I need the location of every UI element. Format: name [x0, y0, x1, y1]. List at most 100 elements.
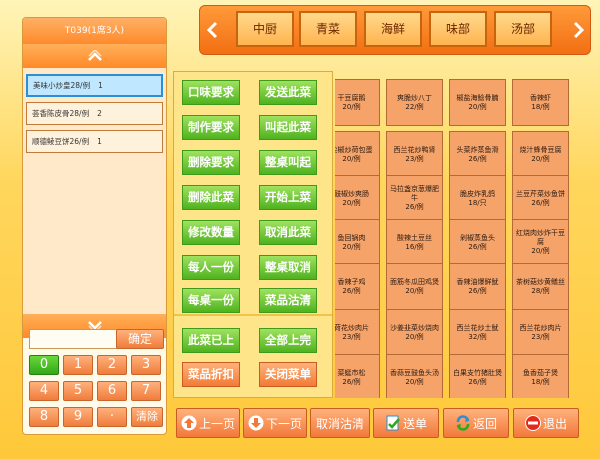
dish-tile[interactable]: 头菜炸蒸鱼滑 26/例 — [449, 131, 506, 178]
dish-tile[interactable]: 马拉盏京葱爆肥牛 26/例 — [386, 175, 443, 222]
keypad-7-button[interactable]: 7 — [131, 381, 161, 401]
one-per-table-button[interactable]: 每桌一份 — [182, 288, 240, 313]
next-page-label: 下一页 — [265, 416, 302, 431]
dish-name: 鱼回锅肉 — [337, 233, 366, 242]
dish-tile[interactable]: 剁椒蒸鱼头 26/例 — [449, 219, 506, 266]
next-page-button[interactable]: 下一页 — [243, 408, 307, 438]
dish-name: 尖椒炒荷包蛋 — [335, 145, 373, 154]
dish-name: 面筋冬瓜田鸡煲 — [390, 277, 439, 286]
category-tab[interactable]: 海鲜 — [364, 11, 422, 47]
order-item-list: 美味小炒皇28/例 1 荟香陈皮骨28/例 2 顺德鲮豆饼26/例 1 — [23, 68, 166, 314]
exit-button[interactable]: 退出 — [513, 408, 579, 438]
delete-dish-button[interactable]: 删除此菜 — [182, 185, 240, 210]
keypad-6-button[interactable]: 6 — [97, 381, 127, 401]
keypad-2-button[interactable]: 2 — [97, 355, 127, 375]
send-dish-button[interactable]: 发送此菜 — [259, 80, 317, 105]
action-panel: 口味要求 发送此菜 制作要求 叫起此菜 删除要求 整桌叫起 删除此菜 开始上菜 … — [173, 71, 333, 398]
dish-tile[interactable]: 西兰花炒土鱿 32/例 — [449, 309, 506, 356]
call-dish-button[interactable]: 叫起此菜 — [259, 115, 317, 140]
category-tab[interactable]: 味部 — [429, 11, 487, 47]
dish-tile[interactable]: 香辣油爆鲜鱿 26/例 — [449, 263, 506, 310]
category-tab[interactable]: 青菜 — [299, 11, 357, 47]
dish-served-button[interactable]: 此菜已上 — [182, 328, 240, 353]
dish-name: 荷花炒肉片 — [335, 323, 369, 332]
dish-name: 兰豆芹菜炒鱼饼 — [516, 189, 565, 198]
dish-discount-button[interactable]: 菜品折扣 — [182, 362, 240, 387]
dish-tile[interactable]: 兰豆芹菜炒鱼饼 26/例 — [512, 175, 569, 222]
dish-tile[interactable]: 白果支竹猪肚煲 26/例 — [449, 354, 506, 398]
order-item[interactable]: 荟香陈皮骨28/例 2 — [26, 102, 163, 125]
dish-price: 16/例 — [405, 242, 424, 251]
dish-tile[interactable]: 香辣虾 18/例 — [512, 79, 569, 126]
all-served-button[interactable]: 全部上完 — [259, 328, 317, 353]
category-next-icon[interactable] — [572, 21, 586, 39]
dish-name: 香辣子鸡 — [337, 277, 366, 286]
dish-tile[interactable]: 面筋冬瓜田鸡煲 20/例 — [386, 263, 443, 310]
category-prev-icon[interactable] — [205, 21, 219, 39]
close-menu-button[interactable]: 关闭菜单 — [259, 362, 317, 387]
confirm-button[interactable]: 确定 — [116, 329, 164, 349]
taste-request-button[interactable]: 口味要求 — [182, 80, 240, 105]
dish-tile[interactable]: 烧汁蜂骨豆腐 20/例 — [512, 131, 569, 178]
dish-name: 沙姜韭菜炒烧肉 — [390, 323, 439, 332]
call-table-button[interactable]: 整桌叫起 — [259, 150, 317, 175]
cancel-dish-button[interactable]: 取消此菜 — [259, 220, 317, 245]
send-order-button[interactable]: 送单 — [373, 408, 439, 438]
modify-quantity-button[interactable]: 修改数量 — [182, 220, 240, 245]
dish-tile[interactable]: 鱼香茄子煲 18/例 — [512, 354, 569, 398]
dish-name: 红烧肉炒炸干豆腐 — [516, 229, 565, 246]
category-tab[interactable]: 中厨 — [236, 11, 294, 47]
dish-price: 26/例 — [405, 203, 424, 211]
order-scroll-up-button[interactable] — [23, 44, 166, 68]
dish-name: 剁椒蒸鱼头 — [460, 233, 495, 242]
keypad-9-button[interactable]: 9 — [63, 407, 93, 427]
order-item[interactable]: 顺德鲮豆饼26/例 1 — [26, 130, 163, 153]
dish-tile[interactable]: 西兰花炒鸭肾 23/例 — [386, 131, 443, 178]
dish-tile[interactable]: 干豆腐鹅 20/例 — [335, 79, 380, 126]
dish-price: 20/例 — [405, 286, 424, 295]
dish-tile[interactable]: 鱼回锅肉 20/例 — [335, 219, 380, 266]
keypad-0-button[interactable]: 0 — [29, 355, 59, 375]
keypad-4-button[interactable]: 4 — [29, 381, 59, 401]
keypad-dot-button[interactable]: · — [97, 407, 127, 427]
start-serving-button[interactable]: 开始上菜 — [259, 185, 317, 210]
order-item[interactable]: 美味小炒皇28/例 1 — [26, 74, 163, 97]
dish-tile[interactable]: 爽脆炒八丁 22/例 — [386, 79, 443, 126]
keypad-3-button[interactable]: 3 — [131, 355, 161, 375]
dish-tile[interactable]: 香辣子鸡 26/例 — [335, 263, 380, 310]
dish-tile[interactable]: 茶树菇炒黄鳝丝 28/例 — [512, 263, 569, 310]
delete-request-button[interactable]: 删除要求 — [182, 150, 240, 175]
chevron-up-icon — [87, 50, 102, 61]
dish-tile[interactable]: 西兰花炒肉片 23/例 — [512, 309, 569, 356]
dish-tile[interactable]: 红烧肉炒炸干豆腐 20/例 — [512, 219, 569, 266]
dish-tile[interactable]: 荷花炒肉片 23/例 — [335, 309, 380, 356]
category-tab[interactable]: 汤部 — [494, 11, 552, 47]
prev-page-button[interactable]: 上一页 — [176, 408, 240, 438]
one-per-person-button[interactable]: 每人一份 — [182, 255, 240, 280]
back-button[interactable]: 返回 — [443, 408, 509, 438]
action-divider — [174, 314, 332, 316]
dish-name: 香辣虾 — [530, 93, 551, 102]
dish-soldout-button[interactable]: 菜品沽清 — [259, 288, 317, 313]
dish-tile[interactable]: 酸辣土豆丝 16/例 — [386, 219, 443, 266]
dish-tile[interactable]: 鼓椒炒爽肠 20/例 — [335, 175, 380, 222]
dish-name: 西兰花炒鸭肾 — [393, 145, 436, 154]
exit-label: 退出 — [542, 416, 567, 431]
cancel-table-button[interactable]: 整桌取消 — [259, 255, 317, 280]
dish-tile[interactable]: 尖椒炒荷包蛋20/例 — [335, 131, 380, 178]
dish-tile[interactable]: 椒盐海鲶骨腩 20/例 — [449, 79, 506, 126]
clear-button[interactable]: 清除 — [131, 407, 163, 427]
keypad-8-button[interactable]: 8 — [29, 407, 59, 427]
dish-tile[interactable]: 脆皮炸乳鸽 18/只 — [449, 175, 506, 222]
cancel-soldout-button[interactable]: 取消沽清 — [310, 408, 370, 438]
cooking-request-button[interactable]: 制作要求 — [182, 115, 240, 140]
dish-price: 20/例 — [342, 198, 361, 207]
no-entry-icon — [524, 415, 541, 431]
dish-tile[interactable]: 菜蜓市松 26/例 — [335, 354, 380, 398]
dish-tile[interactable]: 沙姜韭菜炒烧肉 20/例 — [386, 309, 443, 356]
keypad-1-button[interactable]: 1 — [63, 355, 93, 375]
keypad-5-button[interactable]: 5 — [63, 381, 93, 401]
dish-tile[interactable]: 香蒜豆鼓鱼头汤 20/例 — [386, 354, 443, 398]
dish-price: 23/例 — [531, 332, 550, 341]
dish-name: 菜蜓市松 — [337, 368, 366, 377]
